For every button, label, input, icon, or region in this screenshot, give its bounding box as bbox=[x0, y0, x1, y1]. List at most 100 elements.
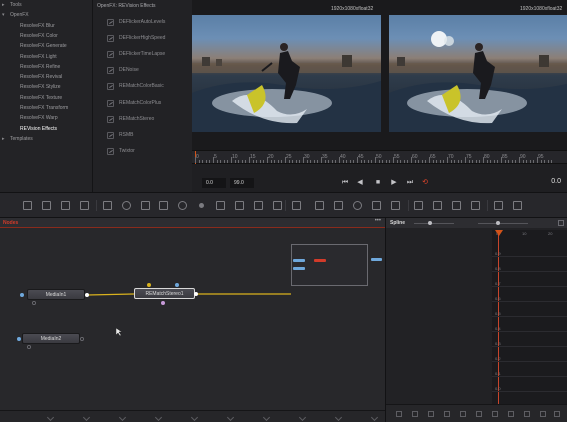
ellipse-mask-icon[interactable] bbox=[353, 201, 362, 210]
spline-zoom-x-slider[interactable] bbox=[414, 221, 454, 225]
right-viewer[interactable] bbox=[389, 15, 567, 132]
spline-tool-icon[interactable] bbox=[412, 411, 418, 417]
keyframe-nav-icon[interactable] bbox=[334, 413, 343, 422]
tree-item[interactable]: ResolveFX Generate bbox=[20, 41, 67, 51]
spline-tool-icon[interactable] bbox=[476, 411, 482, 417]
play-reverse-icon[interactable]: ◀ bbox=[355, 179, 365, 187]
tree-item[interactable]: ▾ OpenFX bbox=[2, 10, 29, 20]
keyframe-nav-icon[interactable] bbox=[190, 413, 199, 422]
matte-control-icon[interactable] bbox=[292, 201, 301, 210]
effect-item[interactable]: DENoise bbox=[107, 65, 139, 75]
tree-item[interactable]: ResolveFX Blur bbox=[20, 21, 55, 31]
paint-tool-icon[interactable] bbox=[42, 201, 51, 210]
spline-zoom-y-knob[interactable] bbox=[496, 221, 500, 225]
spline-panel[interactable]: Spline 0.9 0.8 0.7 0.6 0.5 0.4 0.3 0.2 0.1 0.0 0 10… bbox=[385, 218, 567, 422]
mask-tool-icon[interactable] bbox=[122, 201, 131, 210]
render-end-field[interactable]: 99.0 bbox=[230, 178, 254, 188]
spline-zoom-y-slider[interactable] bbox=[478, 221, 528, 225]
channel-booleans-icon[interactable] bbox=[273, 201, 282, 210]
bspline-mask-icon[interactable] bbox=[391, 201, 400, 210]
effect-item[interactable]: REMatchStereo bbox=[107, 114, 154, 124]
stop-icon[interactable]: ■ bbox=[373, 179, 383, 187]
keyframe-nav-icon[interactable] bbox=[46, 413, 55, 422]
effect-item[interactable]: REMatchColorPlus bbox=[107, 98, 161, 108]
skip-to-start-icon[interactable]: ⏮ bbox=[340, 179, 350, 187]
tree-item[interactable]: ResolveFX Texture bbox=[20, 93, 62, 103]
mediain2-input-port[interactable] bbox=[17, 337, 21, 341]
brush-tool-icon[interactable] bbox=[80, 201, 89, 210]
spline-tool-icon[interactable] bbox=[540, 411, 546, 417]
time-ruler[interactable]: 0 5 10 15 20 25 30 35 40 45 50 55 60 65 70 75 80 85 90 95 bbox=[192, 150, 567, 165]
current-frame-readout[interactable]: 0.0 bbox=[551, 178, 561, 185]
spline-tool-icon[interactable] bbox=[492, 411, 498, 417]
effect-item[interactable]: DEFlickerAutoLevels bbox=[107, 17, 165, 27]
renderer-3d-icon[interactable] bbox=[471, 201, 480, 210]
spline-tool-icon[interactable] bbox=[428, 411, 434, 417]
mediain1-output-port[interactable] bbox=[85, 293, 89, 297]
spline-playhead-marker-icon[interactable] bbox=[495, 230, 503, 236]
color-corrector-icon[interactable] bbox=[216, 201, 225, 210]
spline-tool-icon[interactable] bbox=[524, 411, 530, 417]
keyframe-nav-icon[interactable] bbox=[82, 413, 91, 422]
effect-item[interactable]: REMatchColorBasic bbox=[107, 81, 164, 91]
keyframe-nav-icon[interactable] bbox=[118, 413, 127, 422]
effect-item[interactable]: DEFlickerHighSpeed bbox=[107, 33, 165, 43]
chevron-down-icon[interactable]: ▾ bbox=[2, 10, 10, 20]
effect-item[interactable]: DEFlickerTimeLapse bbox=[107, 49, 165, 59]
mediain2-mask-port[interactable] bbox=[27, 345, 31, 349]
node-mediain1[interactable]: MediaIn1 bbox=[27, 289, 85, 300]
tree-item[interactable]: ResolveFX Stylize bbox=[20, 82, 61, 92]
spline-tool-icon[interactable] bbox=[396, 411, 402, 417]
spline-tool-icon[interactable] bbox=[554, 411, 560, 417]
tracker-tool-icon[interactable] bbox=[315, 201, 324, 210]
render-start-field[interactable]: 0.0 bbox=[202, 178, 226, 188]
tree-item[interactable]: ResolveFX Refine bbox=[20, 62, 60, 72]
node-rematchstereo1[interactable]: REMatchStereo1 bbox=[134, 288, 195, 299]
rematch-mask-port[interactable] bbox=[161, 301, 165, 305]
skip-to-end-icon[interactable]: ⏭ bbox=[405, 179, 415, 187]
background-tool-icon[interactable] bbox=[23, 201, 32, 210]
play-icon[interactable]: ▶ bbox=[389, 179, 399, 187]
keyframe-nav-icon[interactable] bbox=[154, 413, 163, 422]
tree-item[interactable]: ResolveFX Light bbox=[20, 52, 57, 62]
chevron-right-icon[interactable]: ▸ bbox=[2, 0, 10, 10]
polygon-mask-icon[interactable] bbox=[372, 201, 381, 210]
tree-item[interactable]: REVision Effects bbox=[20, 124, 57, 134]
node-navigator[interactable] bbox=[291, 244, 368, 286]
lock-icon[interactable] bbox=[494, 201, 503, 210]
curves-tool-icon[interactable] bbox=[235, 201, 244, 210]
rematch-input-port[interactable] bbox=[147, 283, 151, 287]
spline-tool-icon[interactable] bbox=[508, 411, 514, 417]
spline-tool-icon[interactable] bbox=[460, 411, 466, 417]
spline-tool-icon[interactable] bbox=[444, 411, 450, 417]
keyframe-nav-icon[interactable] bbox=[370, 413, 379, 422]
loop-icon[interactable]: ⟲ bbox=[420, 179, 430, 187]
blur-tool-icon[interactable] bbox=[197, 201, 206, 210]
tree-item[interactable]: ResolveFX Transform bbox=[20, 103, 68, 113]
camera-3d-icon[interactable] bbox=[433, 201, 442, 210]
tree-item[interactable]: ResolveFX Color bbox=[20, 31, 58, 41]
transform-tool-icon[interactable] bbox=[254, 201, 263, 210]
chevron-right-icon[interactable]: ▸ bbox=[2, 134, 10, 144]
shape-3d-icon[interactable] bbox=[414, 201, 423, 210]
bspline-tool-icon[interactable] bbox=[159, 201, 168, 210]
rematch-second-input-port[interactable] bbox=[175, 283, 179, 287]
spline-options-icon[interactable] bbox=[558, 220, 564, 226]
tree-item[interactable]: ▸ Templates bbox=[2, 134, 33, 144]
effect-item[interactable]: RSMB bbox=[107, 130, 133, 140]
mediain2-output-port[interactable] bbox=[80, 337, 84, 341]
spline-graph[interactable]: 0.9 0.8 0.7 0.6 0.5 0.4 0.3 0.2 0.1 0.0 0 10 20 bbox=[492, 230, 567, 404]
nodes-panel[interactable]: Nodes ••• MediaIn1 REMatchStereo1 MediaI… bbox=[0, 218, 385, 422]
tree-item[interactable]: ▸ Tools bbox=[2, 0, 22, 10]
particle-tool-icon[interactable] bbox=[178, 201, 187, 210]
rectangle-mask-icon[interactable] bbox=[334, 201, 343, 210]
polygon-tool-icon[interactable] bbox=[141, 201, 150, 210]
tree-item[interactable]: ResolveFX Warp bbox=[20, 113, 58, 123]
mediain1-mask-port[interactable] bbox=[32, 301, 36, 305]
left-viewer[interactable] bbox=[192, 15, 381, 132]
mediain1-input-port[interactable] bbox=[20, 293, 24, 297]
grid-icon[interactable] bbox=[513, 201, 522, 210]
rematch-output-port[interactable] bbox=[194, 292, 198, 296]
merge-tool-icon[interactable] bbox=[103, 201, 112, 210]
node-mediain2[interactable]: MediaIn2 bbox=[22, 333, 80, 344]
